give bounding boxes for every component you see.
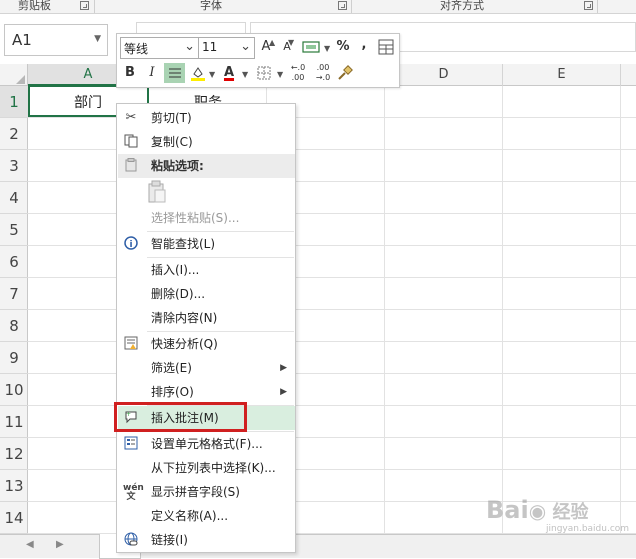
svg-text:i: i [129,240,132,250]
percent-style-button[interactable]: % [334,37,352,57]
align-center-icon[interactable] [164,63,185,83]
clipboard-group-label: 剪贴板 [18,0,51,12]
chevron-right-icon: ▶ [280,387,287,397]
ribbon-divider [597,0,598,13]
font-launcher-icon[interactable] [338,1,347,10]
chevron-down-icon[interactable]: ▼ [242,70,248,79]
menu-item-copy[interactable]: 复制(C) [118,130,295,154]
menu-item-insert[interactable]: 插入(I)... [118,258,295,282]
grid-line [384,86,385,534]
chevron-down-icon[interactable]: ▼ [277,70,283,79]
chevron-down-icon[interactable]: ▼ [209,70,215,79]
context-menu: ✂ 剪切(T) 复制(C) 粘贴选项: 选择性粘贴(S)... i 智能查找(L… [116,103,296,553]
menu-item-smart-lookup[interactable]: i 智能查找(L) [118,232,295,256]
menu-item-clear-contents[interactable]: 清除内容(N) [118,306,295,330]
scroll-left-icon[interactable]: ◀ [26,539,34,550]
italic-icon[interactable]: I [143,63,161,83]
row-header[interactable]: 9 [0,342,28,374]
mini-toolbar: 等线 ⌄ 11 ⌄ A ▲ A ▼ ▼ % , B I ▼ A ▼ ▼ ←.0.00… [116,33,400,88]
ribbon-group-labels: 剪贴板 字体 对齐方式 [0,0,636,14]
menu-item-show-phonetic[interactable]: wén 文 显示拼音字段(S) [118,480,295,504]
paste-option-button[interactable] [147,180,169,206]
font-group-label: 字体 [200,0,222,12]
bold-icon[interactable]: B [121,63,139,83]
menu-item-delete[interactable]: 删除(D)... [118,282,295,306]
name-box-value: A1 [12,31,32,49]
increase-decimal-icon[interactable]: ←.0.00 [287,63,309,83]
decrease-font-icon[interactable]: A ▼ [278,37,296,57]
row-header[interactable]: 1 [0,86,28,118]
row-header[interactable]: 11 [0,406,28,438]
format-painter-icon[interactable] [336,63,354,83]
menu-item-pick-from-list[interactable]: 从下拉列表中选择(K)... [118,456,295,480]
chevron-down-icon: ⌄ [184,39,195,54]
ribbon-divider [351,0,352,13]
increase-font-icon[interactable]: A ▲ [257,37,276,57]
chevron-down-icon: ⌄ [240,39,251,54]
menu-item-link[interactable]: 链接(I) [118,528,295,552]
row-header[interactable]: 4 [0,182,28,214]
scroll-right-icon[interactable]: ▶ [56,539,64,550]
alignment-launcher-icon[interactable] [584,1,593,10]
font-name-select[interactable]: 等线 ⌄ [120,37,199,59]
font-size-select[interactable]: 11 ⌄ [198,37,255,59]
number-format-icon[interactable] [300,37,322,57]
chevron-down-icon[interactable]: ▼ [94,34,101,44]
menu-item-paste-special[interactable]: 选择性粘贴(S)... [118,206,295,230]
format-painter-table-icon[interactable] [376,37,396,57]
font-size-value: 11 [202,40,218,54]
quick-analysis-icon [123,336,139,352]
borders-icon[interactable] [255,63,273,83]
font-color-icon[interactable]: A [220,63,238,83]
row-header[interactable]: 6 [0,246,28,278]
smart-lookup-icon: i [123,236,139,252]
row-header[interactable]: 12 [0,438,28,470]
cut-icon: ✂ [125,110,137,125]
decrease-decimal-icon[interactable]: .00 →.0 [312,63,334,83]
sheet-tabs-bar: ◀ ▶ [0,534,636,559]
chevron-down-icon[interactable]: ▼ [324,44,330,53]
format-cells-icon [123,436,139,452]
clipboard-launcher-icon[interactable] [80,1,89,10]
menu-item-define-name[interactable]: 定义名称(A)... [118,504,295,528]
grid-line [502,86,503,534]
row-header[interactable]: 2 [0,118,28,150]
menu-item-quick-analysis[interactable]: 快速分析(Q) [118,332,295,356]
menu-item-format-cells[interactable]: 设置单元格格式(F)... [118,432,295,456]
row-header[interactable]: 8 [0,310,28,342]
copy-icon [123,134,139,150]
name-box[interactable]: A1 ▼ [4,24,108,56]
watermark-logo: Bai◉ 经验 jingyan.baidu.com [486,496,630,534]
ribbon-divider [94,0,95,13]
column-header-e[interactable]: E [503,64,621,86]
chevron-right-icon: ▶ [280,363,287,373]
paste-icon [123,158,139,174]
row-header[interactable]: 5 [0,214,28,246]
alignment-group-label: 对齐方式 [440,0,484,12]
row-headers: 1 2 3 4 5 6 7 8 9 10 11 12 13 14 [0,86,28,534]
comma-style-button[interactable]: , [357,35,371,55]
row-header[interactable]: 13 [0,470,28,502]
link-icon [123,532,139,548]
highlight-annotation-box [114,402,247,432]
select-all-corner[interactable] [0,64,28,86]
grid-line [620,86,621,534]
fill-color-icon[interactable] [189,63,207,83]
menu-item-cut[interactable]: ✂ 剪切(T) [118,106,295,130]
row-header[interactable]: 7 [0,278,28,310]
phonetic-icon: wén 文 [123,483,144,502]
menu-item-sort[interactable]: 排序(O) ▶ [118,380,295,404]
row-header[interactable]: 14 [0,502,28,534]
row-header[interactable]: 10 [0,374,28,406]
font-name-value: 等线 [124,42,149,56]
row-header[interactable]: 3 [0,150,28,182]
column-header-d[interactable]: D [385,64,503,86]
menu-header-paste-options: 粘贴选项: [118,154,295,178]
menu-item-filter[interactable]: 筛选(E) ▶ [118,356,295,380]
